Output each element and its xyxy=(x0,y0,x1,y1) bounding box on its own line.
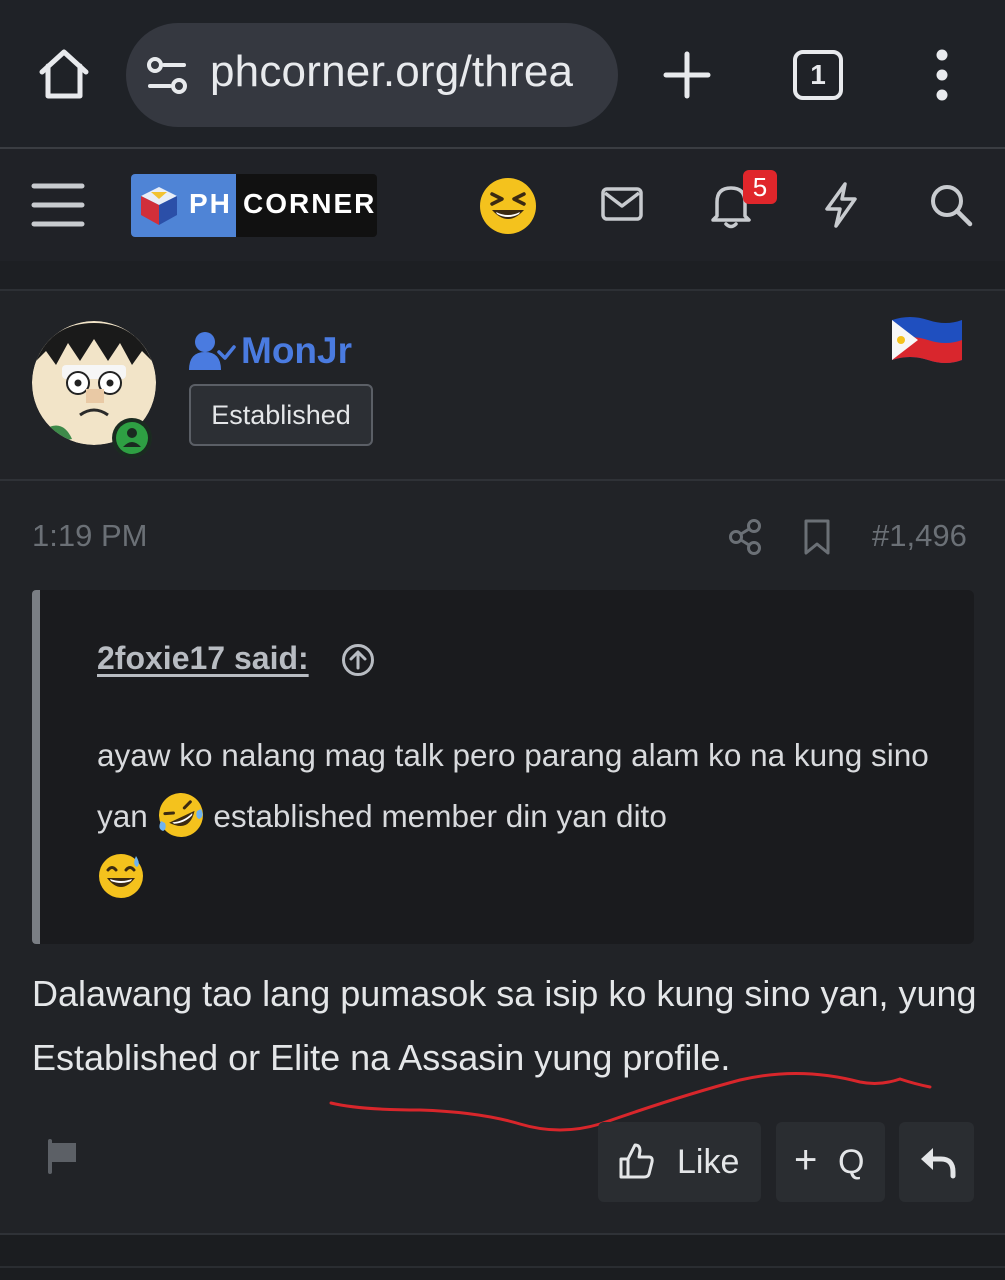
tab-switcher-icon[interactable]: 1 xyxy=(793,50,843,100)
cube-logo-icon xyxy=(141,187,177,225)
username[interactable]: MonJr xyxy=(241,330,352,372)
post-number[interactable]: #1,496 xyxy=(872,518,967,554)
report-flag-icon[interactable] xyxy=(44,1138,80,1174)
thumbs-up-icon xyxy=(619,1143,654,1179)
hamburger-icon[interactable] xyxy=(30,180,86,230)
address-bar[interactable]: phcorner.org/threa xyxy=(126,23,618,127)
header-shadow xyxy=(0,261,1005,289)
more-menu-icon[interactable] xyxy=(922,48,962,102)
post-time[interactable]: 1:19 PM xyxy=(32,518,147,554)
quote-text-part2: established member din yan dito xyxy=(213,798,667,834)
reply-arrow-icon xyxy=(921,1148,956,1179)
url-text[interactable]: phcorner.org/threa xyxy=(210,47,573,97)
quote-bar xyxy=(32,590,40,944)
bookmark-icon[interactable] xyxy=(802,518,832,556)
share-icon[interactable] xyxy=(727,518,763,556)
mail-icon[interactable] xyxy=(600,185,644,223)
logo-corner-text: CORNER xyxy=(243,188,377,219)
search-icon[interactable] xyxy=(928,182,974,228)
like-label: Like xyxy=(677,1143,740,1181)
new-tab-icon[interactable] xyxy=(660,48,714,102)
online-status-icon xyxy=(112,418,152,458)
verified-user-icon xyxy=(189,332,236,370)
quote-label: Q xyxy=(838,1143,865,1181)
user-rank-badge: Established xyxy=(189,384,373,446)
laughing-emoji-icon[interactable] xyxy=(478,176,538,236)
site-info-icon[interactable] xyxy=(144,53,190,99)
tab-count: 1 xyxy=(810,59,826,90)
notification-badge[interactable]: 5 xyxy=(743,170,777,204)
multi-quote-button[interactable]: + Q xyxy=(776,1122,885,1202)
divider xyxy=(0,1266,1005,1268)
rofl-emoji-icon xyxy=(158,793,203,837)
logo-ph-text: PH xyxy=(189,188,232,219)
philippines-flag-icon xyxy=(892,317,962,363)
reply-button[interactable] xyxy=(899,1122,974,1202)
site-logo[interactable]: PH CORNER xyxy=(131,174,377,237)
quote-author[interactable]: 2foxie17 said: xyxy=(97,640,309,677)
plus-icon: + xyxy=(794,1138,818,1182)
quote-text: ayaw ko nalang mag talk pero parang alam… xyxy=(97,725,947,908)
grinning-sweat-emoji-icon xyxy=(99,854,143,898)
like-button[interactable]: Like xyxy=(598,1122,761,1202)
bolt-icon[interactable] xyxy=(818,180,864,230)
next-post-area xyxy=(0,1235,1005,1280)
post-body: Dalawang tao lang pumasok sa isip ko kun… xyxy=(32,973,977,1078)
arrow-up-circle-icon[interactable] xyxy=(341,643,375,677)
user-rank-label: Established xyxy=(211,400,351,430)
home-icon[interactable] xyxy=(34,44,94,104)
